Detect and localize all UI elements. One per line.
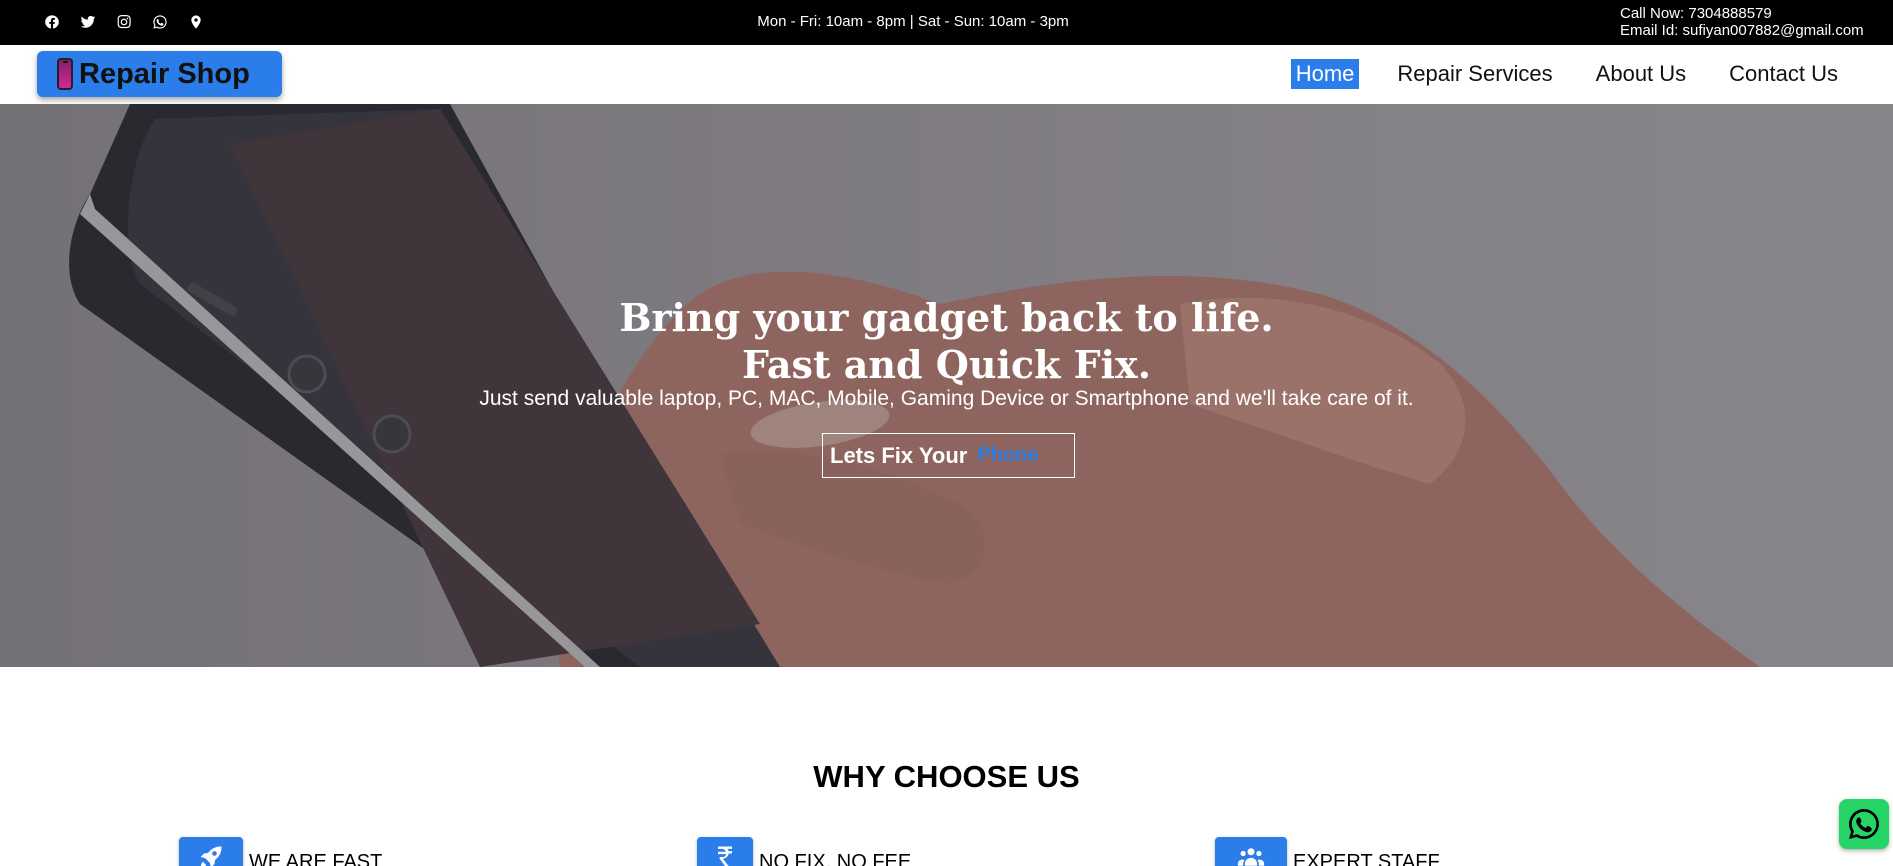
feature-label: EXPERT STAFF: [1293, 851, 1440, 866]
hero-subtitle: Just send valuable laptop, PC, MAC, Mobi…: [479, 387, 1414, 410]
email-address[interactable]: Email Id: sufiyan007882@gmail.com: [1620, 22, 1864, 39]
lets-fix-button[interactable]: Lets Fix Your Phone: [822, 433, 1075, 478]
hero-title-line-1: Bring your gadget back to life.: [619, 295, 1274, 340]
site-logo[interactable]: Repair Shop: [37, 51, 282, 97]
nav-item-home[interactable]: Home: [1290, 59, 1360, 89]
main-navbar: Repair Shop Home Repair Services About U…: [0, 45, 1893, 104]
cta-rotating-word: Phone: [977, 444, 1039, 466]
hero-title-line-2: Fast and Quick Fix.: [742, 342, 1151, 387]
business-hours: Mon - Fri: 10am - 8pm | Sat - Sun: 10am …: [757, 13, 1069, 30]
feature-no-fix-no-fee: NO FIX, NO FEE: [697, 837, 911, 866]
feature-label: NO FIX, NO FEE: [759, 851, 912, 866]
logo-text: Repair Shop: [79, 57, 250, 90]
feature-we-are-fast: WE ARE FAST: [179, 837, 382, 866]
top-bar: Mon - Fri: 10am - 8pm | Sat - Sun: 10am …: [0, 0, 1893, 45]
feature-label: WE ARE FAST: [249, 851, 383, 866]
section-title-why-choose-us: WHY CHOOSE US: [813, 759, 1080, 794]
users-icon: [1215, 837, 1287, 866]
rocket-icon: [179, 837, 243, 866]
nav-item-contact-us[interactable]: Contact Us: [1724, 59, 1843, 89]
hero-banner: Bring your gadget back to life. Fast and…: [0, 104, 1893, 667]
feature-expert-staff: EXPERT STAFF: [1215, 837, 1440, 866]
nav-item-about-us[interactable]: About Us: [1591, 59, 1692, 89]
contact-info: Call Now: 7304888579 Email Id: sufiyan00…: [1620, 5, 1864, 39]
cta-text: Lets Fix Your: [830, 442, 968, 468]
hero-title: Bring your gadget back to life. Fast and…: [0, 294, 1893, 388]
nav-item-repair-services[interactable]: Repair Services: [1392, 59, 1557, 89]
nav-menu: Home Repair Services About Us Contact Us: [1258, 59, 1843, 89]
whatsapp-chat-button[interactable]: [1839, 799, 1889, 849]
rupee-icon: [697, 837, 753, 866]
mobile-phone-icon: [57, 58, 73, 90]
call-number[interactable]: Call Now: 7304888579: [1620, 5, 1864, 22]
whatsapp-icon: [1849, 809, 1879, 839]
